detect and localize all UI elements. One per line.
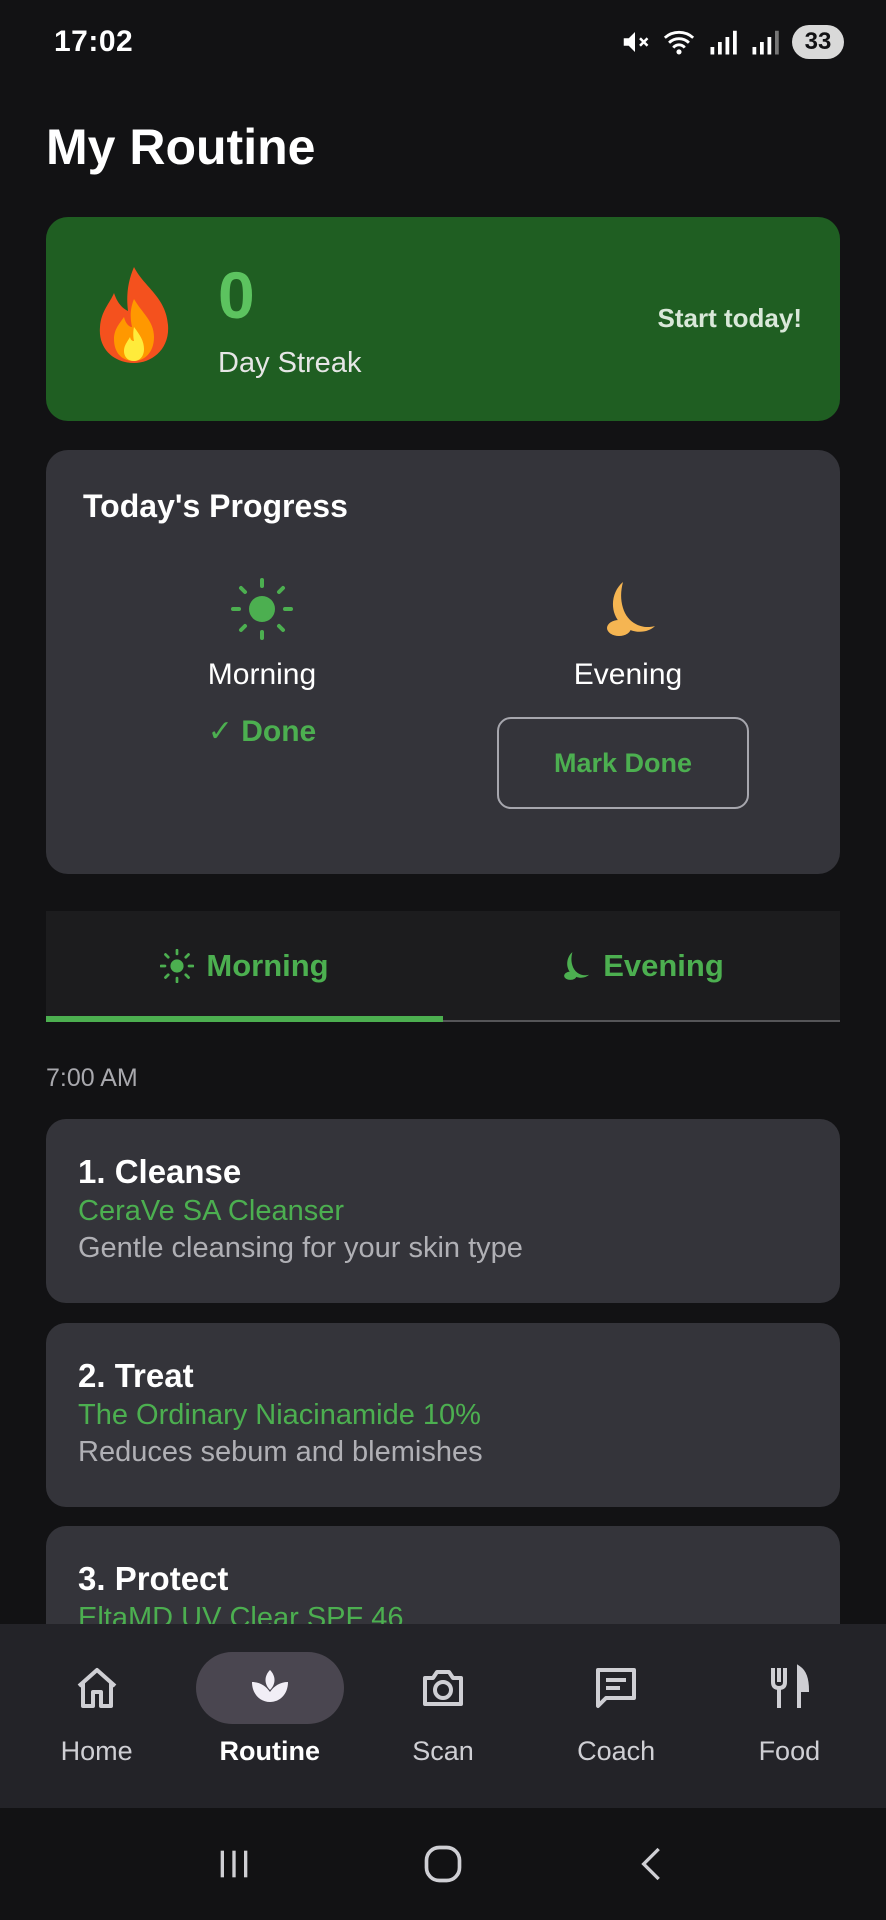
step-title: 3. Protect: [78, 1560, 229, 1597]
recents-icon[interactable]: [214, 1844, 254, 1884]
mute-icon: [623, 32, 649, 52]
streak-label: Day Streak: [218, 347, 362, 379]
step-title: 1. Cleanse: [78, 1153, 242, 1190]
nav-item-scan[interactable]: Scan: [358, 1624, 528, 1808]
utensils-icon: [771, 1664, 810, 1708]
status-time: 17:02: [54, 25, 134, 58]
morning-label: Morning: [207, 658, 317, 691]
bottom-nav: Home Routine Scan Coach Food: [0, 1624, 886, 1808]
tab-evening-label: Evening: [603, 947, 724, 983]
list-item[interactable]: 3. Protect EltaMD UV Clear SPF 46: [46, 1526, 840, 1624]
wifi-icon: [663, 30, 695, 55]
step-description: Gentle cleansing for your skin type: [78, 1232, 523, 1264]
step-description: Reduces sebum and blemishes: [78, 1436, 483, 1468]
camera-icon: [422, 1670, 463, 1706]
sun-icon: [231, 578, 293, 640]
steps-list: 1. Cleanse CeraVe SA Cleanser Gentle cle…: [0, 1100, 886, 1624]
mark-done-button[interactable]: Mark Done: [497, 717, 749, 809]
chat-icon: [596, 1668, 637, 1708]
moon-icon: [564, 951, 590, 980]
streak-card: 0 Day Streak Start today!: [46, 217, 840, 421]
nav-label: Home: [60, 1736, 133, 1766]
home-button-icon[interactable]: [421, 1842, 465, 1886]
routine-tabs: Morning Evening: [46, 911, 840, 1022]
page-title: My Routine: [46, 119, 316, 175]
status-bar: 17:02 33: [0, 0, 886, 84]
tab-morning-label: Morning: [206, 947, 329, 983]
step-product: EltaMD UV Clear SPF 46: [78, 1602, 404, 1624]
battery-indicator: 33: [792, 25, 844, 59]
flame-icon: [99, 267, 169, 363]
evening-label: Evening: [573, 658, 683, 691]
tab-evening[interactable]: Evening: [443, 911, 840, 1022]
step-product: The Ordinary Niacinamide 10%: [78, 1399, 481, 1431]
tab-morning[interactable]: Morning: [46, 911, 443, 1022]
nav-item-routine[interactable]: Routine: [185, 1624, 355, 1808]
routine-time: 7:00 AM: [46, 1064, 138, 1092]
system-nav-bar: [0, 1808, 886, 1920]
home-icon: [77, 1668, 116, 1708]
progress-card: Today's Progress Morning ✓ Done Evening …: [46, 450, 840, 874]
progress-title: Today's Progress: [83, 488, 348, 524]
step-title: 2. Treat: [78, 1357, 194, 1394]
nav-item-food[interactable]: Food: [704, 1624, 874, 1808]
nav-label: Food: [758, 1736, 821, 1766]
morning-done-status: ✓ Done: [207, 715, 317, 748]
morning-progress: Morning ✓ Done: [112, 578, 412, 749]
back-icon[interactable]: [632, 1844, 672, 1884]
nav-item-coach[interactable]: Coach: [531, 1624, 701, 1808]
nav-item-home[interactable]: Home: [12, 1624, 182, 1808]
moon-icon: [607, 582, 655, 636]
evening-progress: Evening: [478, 578, 778, 692]
nav-label: Scan: [412, 1736, 474, 1766]
step-product: CeraVe SA Cleanser: [78, 1195, 344, 1227]
status-icons: 33: [620, 25, 844, 59]
signal-icon: [752, 30, 779, 55]
sun-icon: [160, 948, 195, 983]
signal-r-icon: [710, 30, 737, 55]
list-item[interactable]: 2. Treat The Ordinary Niacinamide 10% Re…: [46, 1323, 840, 1507]
nav-label: Routine: [219, 1736, 321, 1766]
list-item[interactable]: 1. Cleanse CeraVe SA Cleanser Gentle cle…: [46, 1119, 840, 1303]
streak-count: 0: [218, 258, 255, 332]
lotus-icon: [251, 1670, 288, 1702]
nav-label: Coach: [577, 1736, 656, 1766]
start-today-text: Start today!: [657, 303, 802, 333]
